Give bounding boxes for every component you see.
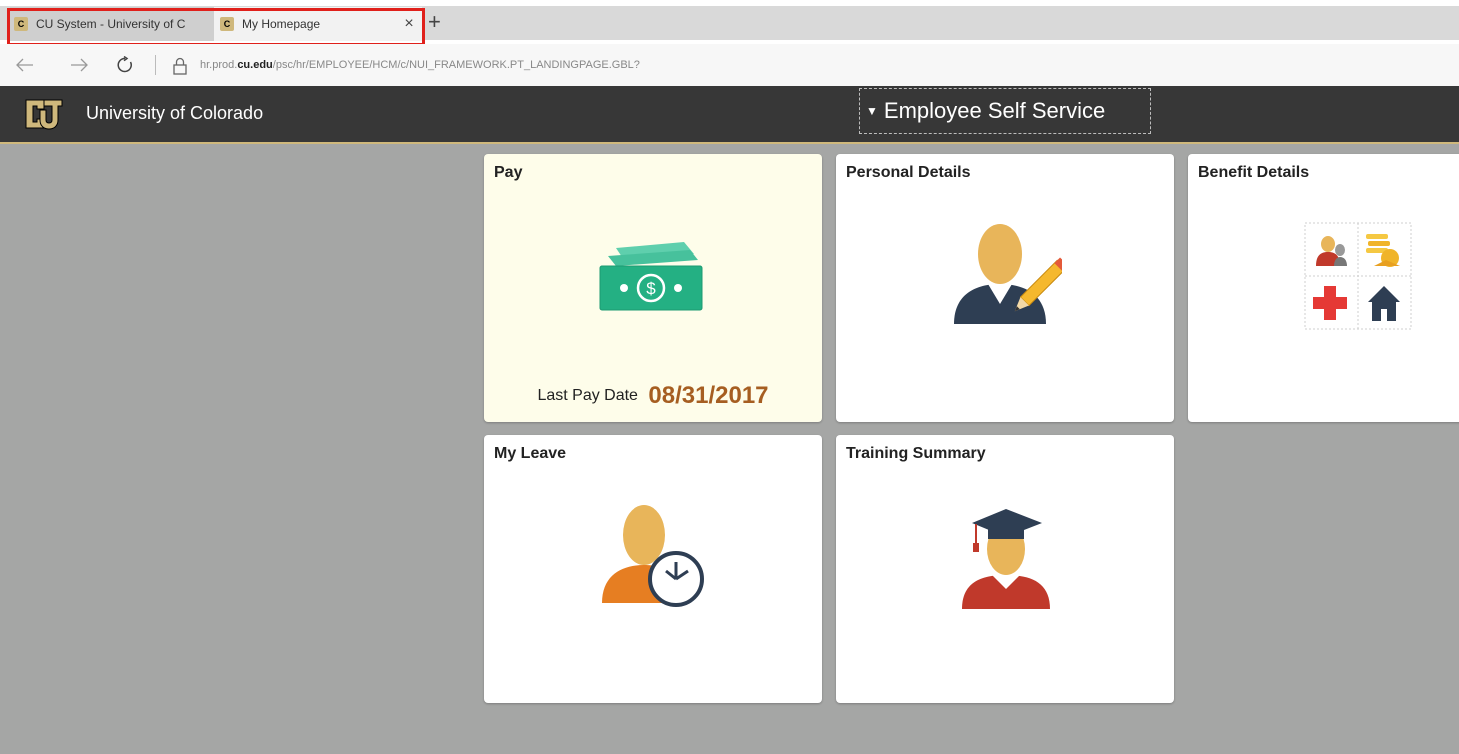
homepage-selector[interactable]: ▼ Employee Self Service xyxy=(859,88,1151,134)
browser-tab-my-homepage[interactable]: C My Homepage × xyxy=(214,7,422,41)
forward-arrow-icon[interactable] xyxy=(66,52,92,78)
url-field[interactable]: hr.prod.cu.edu/psc/hr/EMPLOYEE/HCM/c/NUI… xyxy=(200,59,640,71)
browser-tab-cu-system[interactable]: C CU System - University of C xyxy=(10,7,214,41)
graduate-icon xyxy=(962,509,1050,609)
back-arrow-icon[interactable] xyxy=(12,52,38,78)
cu-favicon-icon: C xyxy=(14,17,28,31)
money-icon: $ xyxy=(599,242,703,311)
app-header: University of Colorado ▼ Employee Self S… xyxy=(0,86,1459,144)
org-name: University of Colorado xyxy=(86,103,264,123)
person-clock-icon xyxy=(602,505,704,607)
tile-pay[interactable]: Pay $ Last Pay Date 08/31/2017 xyxy=(484,154,822,422)
tab-title: My Homepage xyxy=(242,17,321,31)
tile-my-leave[interactable]: My Leave xyxy=(484,435,822,703)
address-bar: hr.prod.cu.edu/psc/hr/EMPLOYEE/HCM/c/NUI… xyxy=(0,44,1459,87)
tile-personal-details[interactable]: Personal Details xyxy=(836,154,1174,422)
homepage-selector-label: Employee Self Service xyxy=(883,98,1106,123)
cu-favicon-icon: C xyxy=(220,17,234,31)
caret-down-icon: ▼ xyxy=(866,104,878,118)
pay-footer: Last Pay Date 08/31/2017 xyxy=(484,382,822,410)
tile-benefit-details[interactable]: Benefit Details xyxy=(1188,154,1459,422)
last-pay-date-value: 08/31/2017 xyxy=(648,382,769,409)
tile-title: My Leave xyxy=(494,445,567,462)
tile-title: Training Summary xyxy=(846,445,986,462)
benefits-icon xyxy=(1304,222,1412,330)
close-tab-icon[interactable]: × xyxy=(396,15,422,33)
last-pay-date-label: Last Pay Date xyxy=(537,387,638,404)
tile-title: Pay xyxy=(494,164,523,181)
tile-title: Personal Details xyxy=(846,164,971,181)
lock-icon[interactable] xyxy=(172,57,188,75)
new-tab-button[interactable]: + xyxy=(428,10,441,34)
tab-title: CU System - University of C xyxy=(36,17,186,31)
refresh-icon[interactable] xyxy=(112,52,138,78)
tile-title: Benefit Details xyxy=(1198,164,1310,181)
browser-tab-strip: C CU System - University of C C My Homep… xyxy=(0,0,1459,46)
tile-training-summary[interactable]: Training Summary xyxy=(836,435,1174,703)
person-edit-icon xyxy=(954,224,1062,324)
address-separator xyxy=(155,55,156,75)
svg-text:$: $ xyxy=(646,279,656,298)
cu-logo-icon[interactable] xyxy=(24,96,64,132)
